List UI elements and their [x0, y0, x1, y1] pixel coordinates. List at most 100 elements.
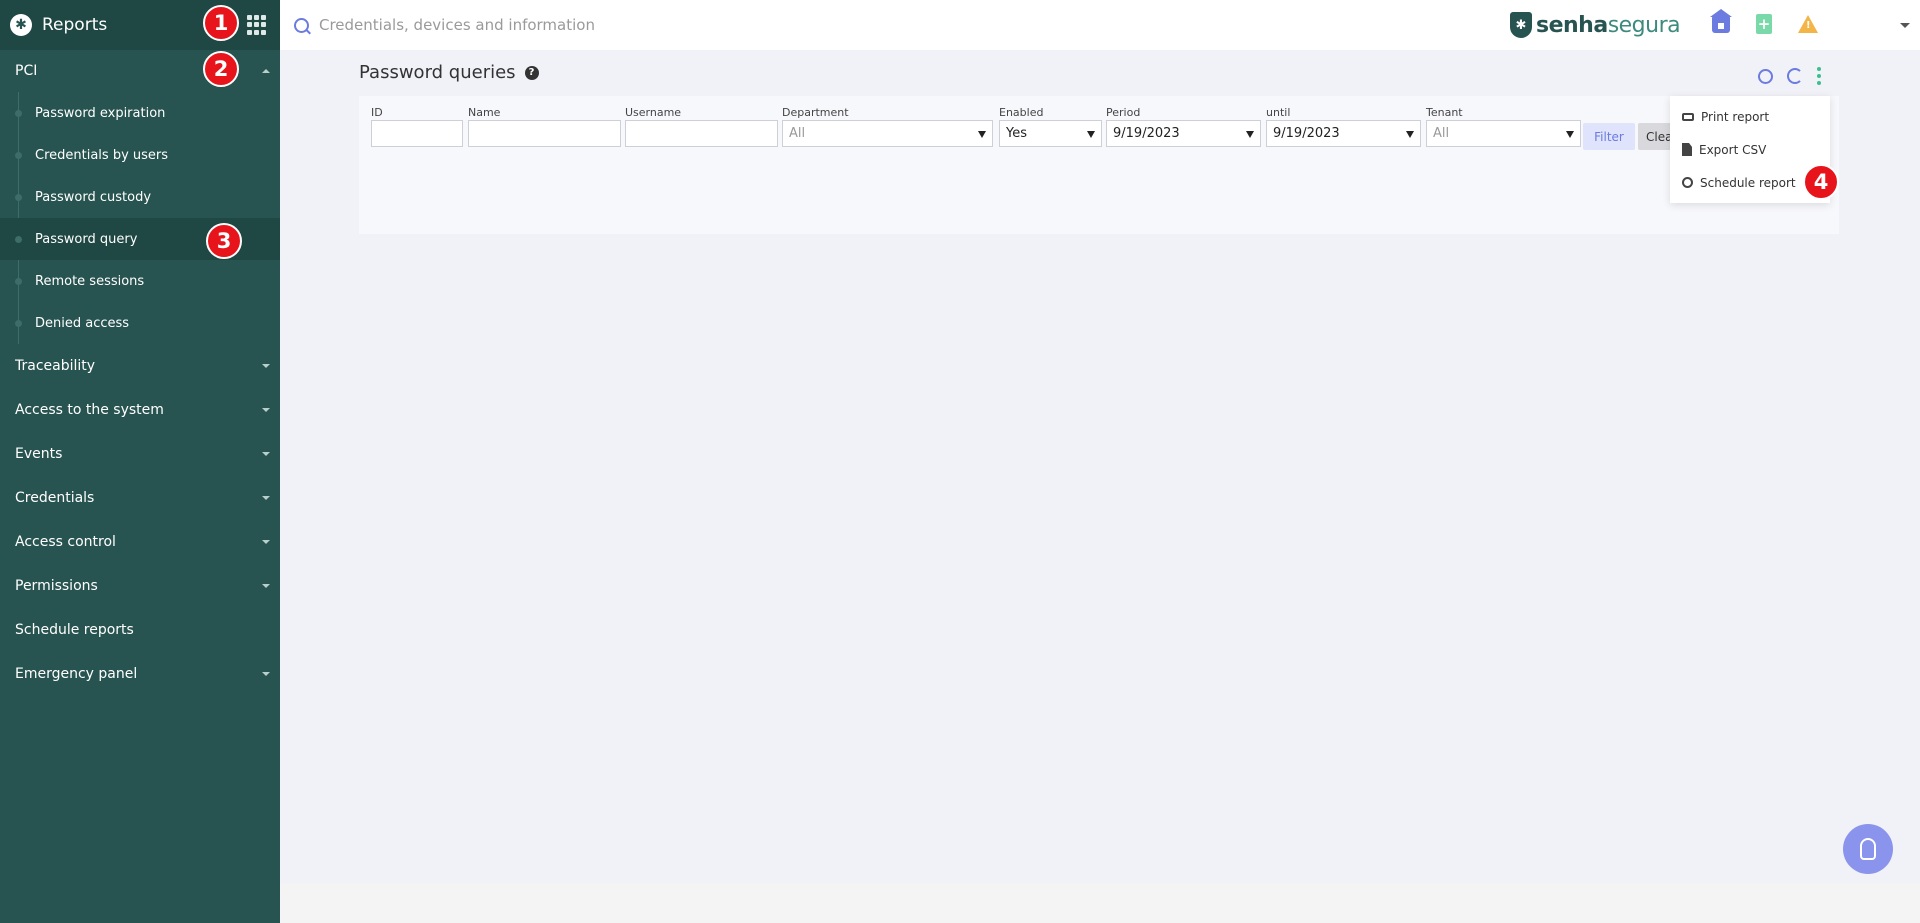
file-icon: [1682, 143, 1692, 156]
filter-enabled: Enabled Yes: [999, 106, 1102, 147]
sidebar-title: Reports: [42, 15, 108, 35]
bullet-icon: [15, 320, 22, 327]
sidebar-item-label: Password expiration: [35, 105, 166, 121]
new-document-icon[interactable]: +: [1756, 14, 1772, 34]
filter-name: Name: [468, 106, 621, 147]
dropdown-caret-icon: [1087, 131, 1095, 138]
sidebar-item-label: Denied access: [35, 315, 130, 331]
sidebar-item-credentials-by-users[interactable]: Credentials by users: [0, 134, 280, 176]
search-toggle-icon[interactable]: [1758, 68, 1773, 84]
step-badge-2: 2: [203, 51, 239, 87]
more-options-icon[interactable]: [1817, 67, 1821, 85]
sidebar-category-label: Emergency panel: [15, 666, 138, 682]
chevron-down-icon: [262, 540, 270, 544]
tenant-select[interactable]: All: [1426, 120, 1581, 147]
filter-period: Period 9/19/2023: [1106, 106, 1261, 147]
dropdown-caret-icon: [1246, 131, 1254, 138]
chevron-down-icon: [262, 496, 270, 500]
sidebar-item-label: Credentials by users: [35, 147, 169, 163]
step-badge-4: 4: [1803, 164, 1839, 200]
sidebar-item-denied-access[interactable]: Denied access: [0, 302, 280, 344]
sidebar-section-label: PCI: [15, 63, 38, 79]
home-icon[interactable]: [1710, 9, 1732, 33]
sidebar-category-label: Permissions: [15, 578, 98, 594]
brand-logo[interactable]: ✱ senhasegura: [1510, 12, 1681, 38]
id-input[interactable]: [371, 120, 463, 147]
filter-name-label: Name: [468, 106, 501, 119]
lightbulb-help-icon[interactable]: [1843, 824, 1893, 874]
sidebar-category-label: Access control: [15, 534, 116, 550]
step-badge-1: 1: [203, 5, 239, 41]
filter-tenant: Tenant All: [1426, 106, 1581, 147]
sidebar-item-label: Remote sessions: [35, 273, 145, 289]
sidebar: ✱ Reports PCI Password expiration Creden…: [0, 0, 280, 923]
sidebar-category-label: Access to the system: [15, 402, 164, 418]
sidebar-item-remote-sessions[interactable]: Remote sessions: [0, 260, 280, 302]
refresh-icon[interactable]: [1787, 68, 1803, 84]
sidebar-submenu: Password expiration Credentials by users…: [0, 92, 280, 344]
global-search-input[interactable]: [319, 16, 919, 34]
menu-item-print-report[interactable]: Print report: [1670, 100, 1830, 133]
chevron-down-icon: [262, 672, 270, 676]
filter-tenant-label: Tenant: [1426, 106, 1463, 119]
page-title-container: Password queries ?: [359, 62, 539, 83]
username-input[interactable]: [625, 120, 778, 147]
filter-button[interactable]: Filter: [1583, 123, 1635, 150]
brand-text: senhasegura: [1536, 12, 1681, 38]
filter-until: until 9/19/2023: [1266, 106, 1421, 147]
sidebar-category-label: Events: [15, 446, 63, 462]
filter-period-label: Period: [1106, 106, 1141, 119]
department-select[interactable]: All: [782, 120, 993, 147]
warning-icon[interactable]: !: [1798, 15, 1818, 33]
sidebar-category-events[interactable]: Events: [0, 432, 280, 476]
bullet-icon: [15, 152, 22, 159]
menu-item-export-csv[interactable]: Export CSV: [1670, 133, 1830, 166]
bullet-icon: [15, 236, 22, 243]
sidebar-category-credentials[interactable]: Credentials: [0, 476, 280, 520]
shield-logo-icon: ✱: [1510, 12, 1532, 38]
dropdown-caret-icon: [1566, 131, 1574, 138]
sidebar-category-schedule-reports[interactable]: Schedule reports: [0, 608, 280, 652]
period-start-date[interactable]: 9/19/2023: [1106, 120, 1261, 147]
sidebar-category-emergency-panel[interactable]: Emergency panel: [0, 652, 280, 696]
sidebar-item-password-custody[interactable]: Password custody: [0, 176, 280, 218]
enabled-select[interactable]: Yes: [999, 120, 1102, 147]
sidebar-category-label: Traceability: [15, 358, 96, 374]
user-menu-caret-icon[interactable]: [1900, 23, 1910, 28]
report-toolbar: [1758, 67, 1821, 85]
search-icon: [294, 17, 309, 33]
sidebar-category-permissions[interactable]: Permissions: [0, 564, 280, 608]
name-input[interactable]: [468, 120, 621, 147]
bullet-icon: [15, 194, 22, 201]
apps-grid-icon[interactable]: [247, 15, 267, 35]
dropdown-caret-icon: [1406, 131, 1414, 138]
step-badge-3: 3: [206, 223, 242, 259]
filter-panel: ID Name Username Department All Enabled …: [359, 96, 1839, 234]
bullet-icon: [15, 278, 22, 285]
filter-department: Department All: [782, 106, 993, 147]
sidebar-category-traceability[interactable]: Traceability: [0, 344, 280, 388]
period-end-date[interactable]: 9/19/2023: [1266, 120, 1421, 147]
chevron-down-icon: [262, 408, 270, 412]
filter-id: ID: [371, 106, 463, 147]
filter-username-label: Username: [625, 106, 682, 119]
bullet-icon: [15, 110, 22, 117]
filter-username: Username: [625, 106, 778, 147]
filter-enabled-label: Enabled: [999, 106, 1044, 119]
printer-icon: [1682, 112, 1694, 121]
footer: [280, 883, 1920, 923]
filter-until-label: until: [1266, 106, 1291, 119]
chevron-down-icon: [262, 452, 270, 456]
app-logo-icon: ✱: [10, 14, 32, 36]
sidebar-category-access-control[interactable]: Access control: [0, 520, 280, 564]
sidebar-item-password-expiration[interactable]: Password expiration: [0, 92, 280, 134]
help-icon[interactable]: ?: [524, 65, 539, 80]
chevron-down-icon: [262, 584, 270, 588]
sidebar-item-label: Password query: [35, 231, 138, 247]
filter-id-label: ID: [371, 106, 383, 119]
sidebar-category-access-to-the-system[interactable]: Access to the system: [0, 388, 280, 432]
page-title: Password queries: [359, 62, 516, 83]
dropdown-caret-icon: [978, 131, 986, 138]
sidebar-category-label: Schedule reports: [15, 622, 134, 638]
chevron-up-icon: [262, 69, 270, 73]
